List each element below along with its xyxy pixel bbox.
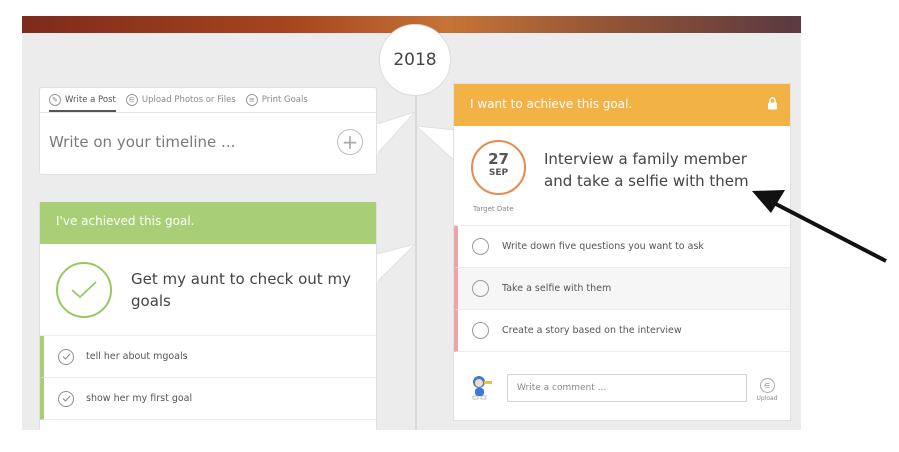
- step-label: tell her about mgoals: [86, 351, 188, 362]
- upload-label: Upload: [756, 395, 778, 402]
- goal-connector: [416, 126, 456, 163]
- comment-input[interactable]: Write a comment ...: [507, 374, 747, 402]
- add-post-button[interactable]: +: [337, 129, 363, 155]
- comment-row: Write a comment ... ∈ Upload: [454, 352, 790, 422]
- task-row[interactable]: Take a selfie with them: [454, 268, 790, 310]
- paperclip-icon: ∈: [125, 94, 138, 106]
- pencil-icon: ✎: [49, 94, 61, 106]
- task-checkbox[interactable]: [472, 280, 489, 297]
- upload-button[interactable]: ∈ Upload: [754, 378, 780, 402]
- achieved-goal-card: I've achieved this goal. Get my aunt to …: [39, 202, 377, 430]
- achieved-connector: [377, 244, 416, 283]
- target-month: SEP: [488, 168, 509, 178]
- lock-icon[interactable]: [767, 97, 778, 113]
- task-row[interactable]: Write down five questions you want to as…: [454, 226, 790, 268]
- target-date-badge[interactable]: 27 SEP: [471, 140, 526, 195]
- list-item-empty: [40, 420, 376, 430]
- checkmark-icon: [56, 261, 112, 318]
- tab-label: Write a Post: [65, 95, 116, 105]
- tab-print-goals[interactable]: ≡ Print Goals: [245, 94, 308, 106]
- check-circle-icon: [58, 390, 74, 407]
- post-tabs: ✎ Write a Post ∈ Upload Photos or Files …: [40, 88, 376, 113]
- tab-upload-files[interactable]: ∈ Upload Photos or Files: [125, 94, 236, 106]
- target-goal-header-label: I want to achieve this goal.: [470, 97, 633, 111]
- tab-label: Upload Photos or Files: [141, 95, 236, 105]
- step-label: show her my first goal: [86, 393, 193, 404]
- achieved-goal-title[interactable]: Get my aunt to check out my goals: [131, 268, 371, 312]
- target-goal-title[interactable]: Interview a family member and take a sel…: [544, 148, 779, 192]
- plus-icon: +: [341, 130, 359, 154]
- task-checkbox[interactable]: [472, 322, 489, 339]
- achieved-goal-header: I've achieved this goal.: [40, 202, 376, 244]
- list-item[interactable]: tell her about mgoals: [40, 336, 376, 378]
- tab-write-post[interactable]: ✎ Write a Post: [49, 94, 116, 112]
- task-checkbox[interactable]: [472, 238, 489, 255]
- task-row[interactable]: Create a story based on the interview: [454, 310, 790, 352]
- target-day: 27: [488, 150, 509, 168]
- task-label: Take a selfie with them: [502, 283, 612, 294]
- timeline-stage: 2018 ✎ Write a Post ∈ Upload Photos or F…: [22, 16, 801, 430]
- print-icon: ≡: [245, 94, 258, 106]
- target-goal-header: I want to achieve this goal.: [454, 84, 790, 126]
- post-connector: [377, 112, 416, 155]
- task-label: Write down five questions you want to as…: [502, 241, 704, 252]
- timeline-post-input[interactable]: Write on your timeline ...: [49, 133, 235, 151]
- year-marker: 2018: [379, 24, 451, 96]
- task-label: Create a story based on the interview: [502, 325, 682, 336]
- timeline-post-box: ✎ Write a Post ∈ Upload Photos or Files …: [39, 87, 377, 175]
- check-circle-icon: [58, 348, 74, 365]
- paperclip-icon: ∈: [759, 378, 775, 393]
- tab-label: Print Goals: [261, 95, 308, 105]
- avatar: [472, 376, 492, 400]
- target-date-caption: Target Date: [473, 205, 514, 213]
- target-goal-card: I want to achieve this goal. 27 SEP Targ…: [453, 83, 791, 421]
- list-item[interactable]: show her my first goal: [40, 378, 376, 420]
